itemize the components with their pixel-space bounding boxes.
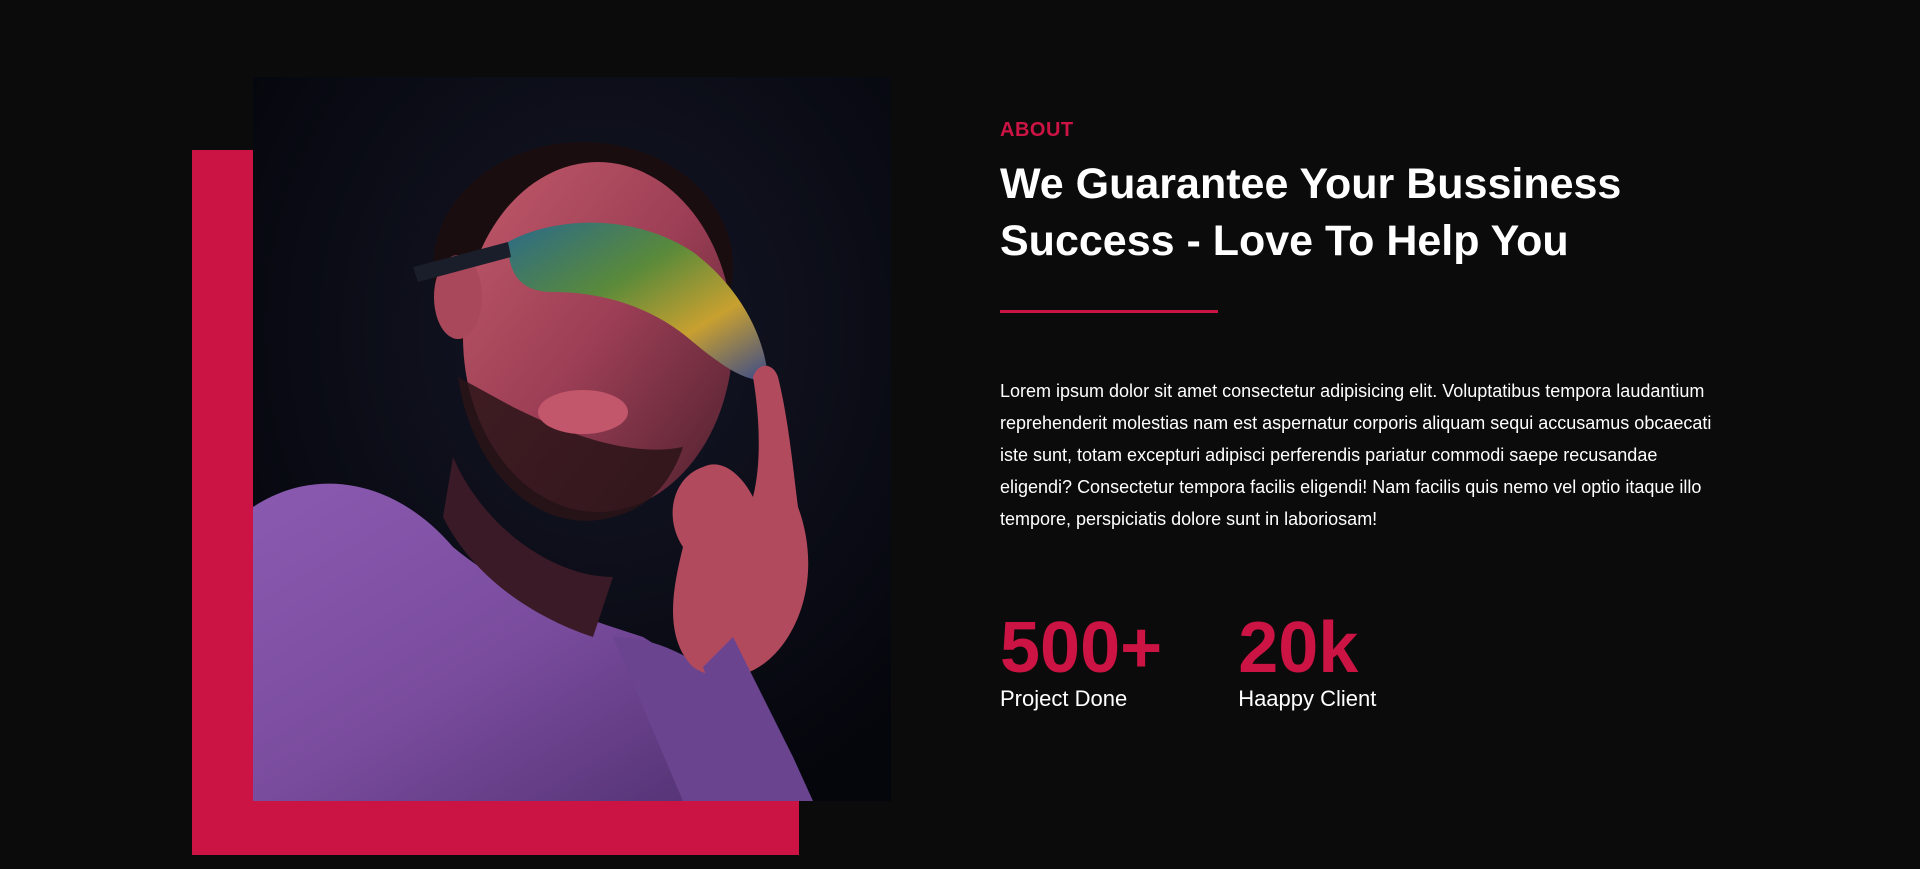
section-description: Lorem ipsum dolor sit amet consectetur a… [1000, 381, 1712, 529]
about-photo [253, 77, 891, 801]
section-eyebrow: ABOUT [1000, 119, 1074, 141]
stat-label: Haappy Client [1238, 686, 1377, 711]
about-section: ABOUT We Guarantee Your Bussiness Succes… [0, 0, 1920, 869]
about-content: ABOUT We Guarantee Your Bussiness Succes… [1000, 118, 1720, 713]
stat-projects: 500+ Project Done [1000, 608, 1163, 713]
headline-divider [1000, 310, 1218, 313]
stats-row: 500+ Project Done 20k Haappy Client [1000, 608, 1720, 713]
stat-value: 20k [1238, 608, 1359, 688]
stat-clients: 20k Haappy Client [1238, 608, 1377, 713]
section-headline: We Guarantee Your Bussiness Success - Lo… [1000, 160, 1622, 265]
stat-label: Project Done [1000, 686, 1128, 711]
stat-value: 500+ [1000, 608, 1163, 688]
